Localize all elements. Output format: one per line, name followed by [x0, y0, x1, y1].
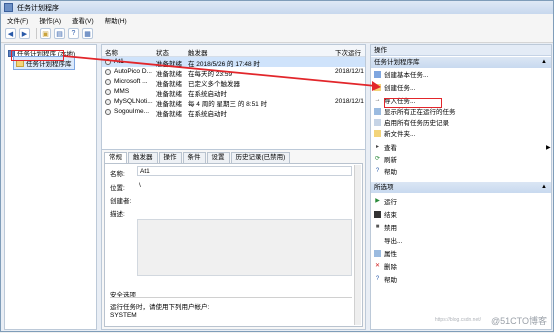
- task-scheduler-window: 任务计划程序 文件(F) 操作(A) 查看(V) 帮助(H) ◀ ▶ ▣ ▤ ?…: [0, 0, 554, 332]
- annotation-arrow: [63, 55, 381, 91]
- watermark: @51CTO博客: [491, 316, 547, 326]
- watermark-url: https://blog.csdn.net/: [434, 317, 481, 323]
